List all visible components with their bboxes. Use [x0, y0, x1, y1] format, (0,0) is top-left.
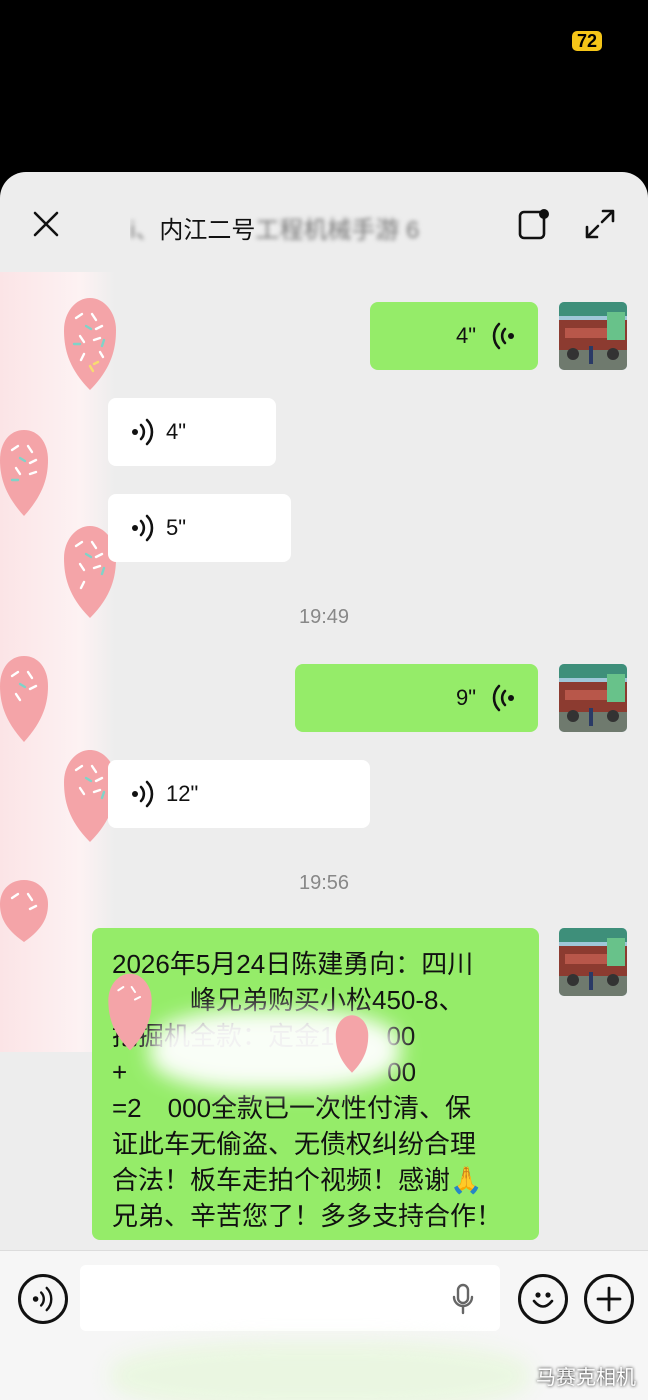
title-prefix: i、 — [130, 217, 160, 244]
donut-sticker — [108, 973, 152, 1051]
donut-sticker — [335, 1015, 369, 1073]
outgoing-voice-message[interactable]: 4" — [370, 302, 538, 370]
incoming-voice-message[interactable]: 4" — [108, 398, 276, 466]
message-line: =2 000全款已一次性付清、保 — [112, 1093, 472, 1123]
avatar[interactable] — [559, 928, 627, 996]
voice-duration: 9" — [455, 685, 476, 710]
message-line: 证此车无偷盗、无债权纠纷合理 — [112, 1129, 477, 1159]
expand-button[interactable] — [580, 204, 620, 244]
battery-indicator: 72 — [571, 31, 602, 51]
voice-icon — [492, 684, 514, 712]
watermark: 马赛克相机 — [536, 1367, 636, 1389]
excavator-avatar-icon — [559, 928, 627, 996]
emoji-icon — [532, 1292, 554, 1308]
title-tail: 工程机械手游 6 — [255, 217, 420, 244]
donut-sticker — [0, 656, 48, 742]
timestamp: 19:49 — [298, 606, 350, 628]
note-button[interactable] — [514, 204, 554, 244]
microphone-icon[interactable] — [452, 1283, 474, 1315]
message-line: 兄弟、辛苦您了！多多支持合作！ — [112, 1201, 503, 1231]
voice-icon — [492, 322, 514, 350]
voice-duration: 12" — [166, 781, 199, 806]
chat-header: i、内江二号工程机械手游 6 — [0, 172, 648, 282]
voice-input-button[interactable] — [18, 1274, 68, 1324]
voice-duration: 4" — [455, 323, 476, 348]
avatar[interactable] — [559, 664, 627, 732]
incoming-voice-message[interactable]: 12" — [108, 760, 370, 828]
more-actions-button[interactable] — [584, 1274, 634, 1324]
chat-sheet: i、内江二号工程机械手游 6 4" 4" 5" 19:49 9" 12" 19:… — [0, 172, 648, 1400]
message-line: 合法！板车走拍个视频！感谢🙏 — [112, 1165, 483, 1195]
voice-icon — [132, 780, 154, 808]
voice-duration: 4" — [166, 419, 187, 444]
close-icon — [33, 211, 59, 237]
voice-icon — [32, 1286, 53, 1312]
blurred-area — [110, 1341, 530, 1400]
plus-icon — [596, 1286, 622, 1312]
voice-duration: 5" — [166, 515, 187, 540]
timestamp: 19:56 — [298, 872, 350, 894]
message-line: 2026年5月24日陈建勇向：四川 — [112, 949, 474, 979]
voice-icon — [132, 514, 154, 542]
title-main: 内江二号 — [159, 217, 256, 244]
note-icon — [518, 209, 549, 240]
excavator-avatar-icon — [559, 302, 627, 370]
voice-icon — [132, 418, 154, 446]
chat-title: i、内江二号工程机械手游 6 — [130, 210, 490, 245]
message-input[interactable] — [80, 1265, 500, 1331]
status-bar: 72 — [0, 0, 648, 170]
incoming-voice-message[interactable]: 5" — [108, 494, 291, 562]
emoji-button[interactable] — [518, 1274, 568, 1324]
donut-sticker — [64, 298, 116, 390]
expand-icon — [585, 209, 615, 239]
donut-sticker — [0, 430, 48, 516]
outgoing-voice-message[interactable]: 9" — [295, 664, 538, 732]
avatar[interactable] — [559, 302, 627, 370]
excavator-avatar-icon — [559, 664, 627, 732]
close-button[interactable] — [26, 204, 66, 244]
